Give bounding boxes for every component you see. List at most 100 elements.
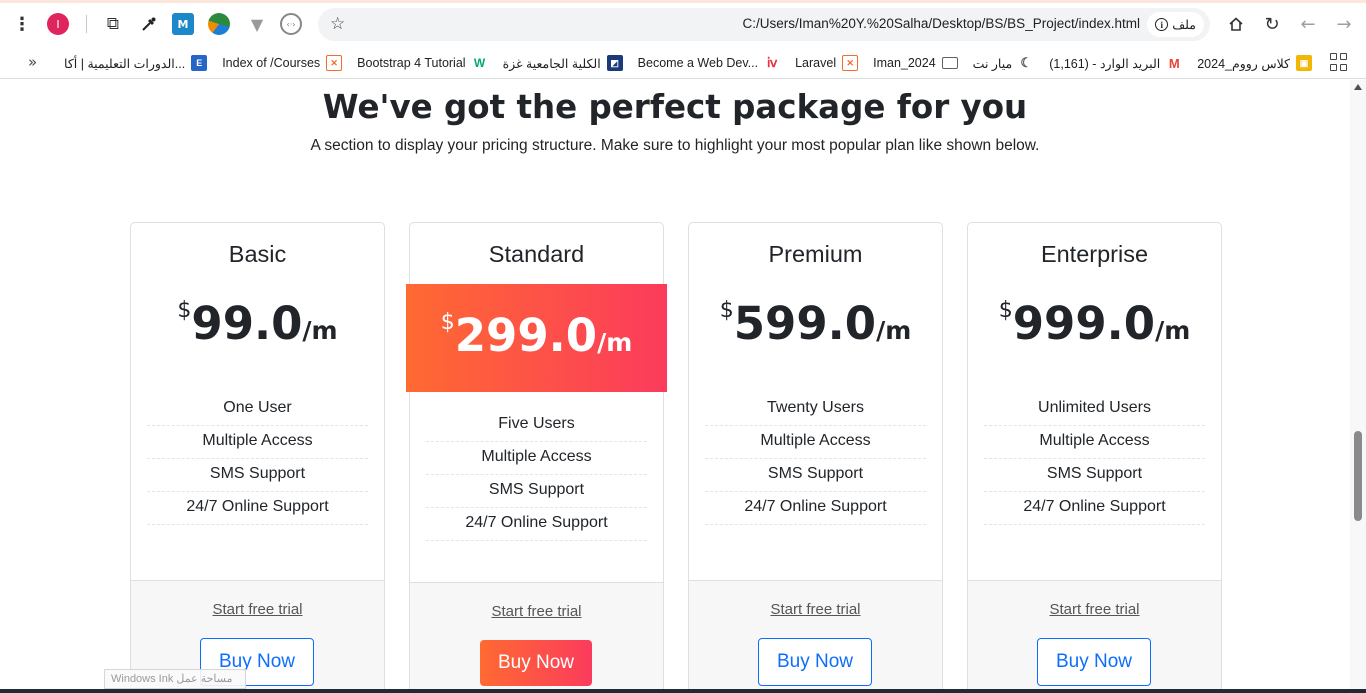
edraak-icon: E: [191, 55, 208, 71]
plan-price: $299.0/m: [406, 309, 667, 362]
bookmark-item[interactable]: ⅳ Become a Web Dev...: [638, 55, 781, 71]
feature-item: Multiple Access: [705, 426, 926, 459]
xampp-icon: ✕: [326, 55, 343, 71]
feature-item: SMS Support: [426, 475, 647, 508]
all-bookmarks-grid-icon[interactable]: [1330, 53, 1348, 71]
price-currency: $: [998, 298, 1013, 323]
bookmark-list: ▣ كلاس رووم_2024 M البريد الوارد - (1,161)…: [49, 48, 1312, 78]
bookmarks-bar: ▣ كلاس رووم_2024 M البريد الوارد - (1,161)…: [0, 48, 1366, 79]
url-text[interactable]: C:/Users/Iman%20Y.%20Salha/Desktop/BS/BS…: [743, 16, 1140, 31]
pricing-card-enterprise: Enterprise $999.0/m Unlimited Users Mult…: [967, 222, 1222, 693]
feature-list: One User Multiple Access SMS Support 24/…: [147, 393, 368, 525]
price-period: /m: [302, 316, 338, 345]
scroll-up-arrow-icon[interactable]: [1354, 84, 1362, 90]
price-currency: $: [440, 310, 455, 335]
price-amount: 299.0: [454, 309, 598, 362]
bookmark-label: Laravel: [795, 56, 837, 70]
gmail-icon: M: [1166, 55, 1183, 71]
feature-item: Multiple Access: [984, 426, 1205, 459]
extensions-puzzle-icon[interactable]: ⧉: [101, 12, 125, 36]
bookmark-item[interactable]: E الدورات التعليمية | أكا...: [64, 55, 208, 71]
forward-arrow-icon[interactable]: →: [1332, 12, 1356, 36]
w3schools-icon: W: [471, 55, 488, 71]
feature-list: Five Users Multiple Access SMS Support 2…: [426, 409, 647, 541]
folder-icon: [941, 57, 958, 69]
feature-item: Twenty Users: [705, 393, 926, 426]
plan-title: Standard: [488, 241, 585, 267]
price-amount: 599.0: [733, 297, 877, 350]
bookmark-item[interactable]: ▣ كلاس رووم_2024: [1197, 55, 1312, 71]
plan-price: $999.0/m: [968, 297, 1221, 350]
globe-extension-icon[interactable]: [208, 13, 230, 35]
code-extension-icon[interactable]: ‹·›: [280, 13, 302, 35]
address-bar[interactable]: ☆ C:/Users/Iman%20Y.%20Salha/Desktop/BS/…: [318, 8, 1210, 41]
feature-item: 24/7 Online Support: [984, 492, 1205, 525]
xampp-icon: ✕: [842, 55, 859, 71]
feature-item: SMS Support: [705, 459, 926, 492]
page-scrollbar[interactable]: [1350, 80, 1366, 693]
bookmark-star-icon[interactable]: ☆: [330, 14, 345, 34]
section-heading: We've got the perfect package for you: [322, 88, 1028, 126]
buy-now-button[interactable]: Buy Now: [1037, 638, 1151, 686]
vuejs-extension-icon[interactable]: ▼: [245, 12, 269, 36]
site-info-chip[interactable]: i ملف: [1147, 12, 1204, 37]
classroom-icon: ▣: [1296, 55, 1312, 71]
start-free-trial-link[interactable]: Start free trial: [410, 603, 663, 620]
feature-item: 24/7 Online Support: [426, 508, 647, 541]
start-free-trial-link[interactable]: Start free trial: [689, 601, 942, 618]
profile-avatar[interactable]: I: [47, 13, 69, 35]
feature-item: One User: [147, 393, 368, 426]
feature-item: Multiple Access: [426, 442, 647, 475]
price-period: /m: [597, 328, 633, 357]
bookmark-item[interactable]: W Bootstrap 4 Tutorial: [357, 55, 488, 71]
feature-item: SMS Support: [984, 459, 1205, 492]
toolbar-divider: [86, 15, 87, 33]
feature-item: Five Users: [426, 409, 647, 442]
start-free-trial-link[interactable]: Start free trial: [968, 601, 1221, 618]
m-extension-icon[interactable]: M: [172, 13, 194, 35]
back-arrow-icon[interactable]: ←: [1296, 12, 1320, 36]
bookmark-label: Index of /Courses: [222, 56, 321, 70]
plan-price: $599.0/m: [689, 297, 942, 350]
card-footer: Start free trial Buy Now: [689, 580, 942, 693]
bookmark-item[interactable]: ☾ ميار نت: [973, 55, 1035, 71]
bookmark-item[interactable]: ◩ الكلية الجامعية غزة: [503, 55, 623, 71]
bookmark-item[interactable]: ✕ Index of /Courses: [222, 55, 343, 71]
bookmark-label: الكلية الجامعية غزة: [502, 56, 601, 71]
feature-list: Twenty Users Multiple Access SMS Support…: [705, 393, 926, 525]
taskbar-edge: [0, 689, 1366, 693]
udemy-icon: ⅳ: [764, 55, 781, 71]
bookmark-label: البريد الوارد - (1,161): [1049, 56, 1161, 71]
home-icon[interactable]: [1224, 12, 1248, 36]
plan-title: Premium: [768, 241, 863, 267]
buy-now-button[interactable]: Buy Now: [758, 638, 872, 686]
feature-item: 24/7 Online Support: [705, 492, 926, 525]
feature-item: SMS Support: [147, 459, 368, 492]
browser-toolbar: ⋮ I ⧉ M ▼ ‹·› ☆ C:/Users/Iman%20Y.%20Sal…: [0, 0, 1366, 48]
menu-kebab-icon[interactable]: ⋮: [10, 12, 34, 36]
moon-icon: ☾: [1018, 55, 1035, 71]
buy-now-button[interactable]: Buy Now: [480, 640, 592, 686]
info-icon: i: [1155, 18, 1169, 31]
color-picker-icon[interactable]: [137, 12, 161, 36]
price-amount: 99.0: [191, 297, 303, 350]
card-footer: Start free trial Buy Now: [968, 580, 1221, 693]
bookmark-item[interactable]: ✕ Laravel: [795, 55, 859, 71]
plan-price: $99.0/m: [131, 297, 384, 350]
bookmark-label: كلاس رووم_2024: [1197, 56, 1290, 71]
price-period: /m: [876, 316, 912, 345]
window-top-strip: [0, 0, 1366, 3]
pricing-card-premium: Premium $599.0/m Twenty Users Multiple A…: [688, 222, 943, 693]
feature-item: Unlimited Users: [984, 393, 1205, 426]
price-amount: 999.0: [1012, 297, 1156, 350]
bookmark-item[interactable]: M البريد الوارد - (1,161): [1049, 55, 1183, 71]
reload-icon[interactable]: ↻: [1260, 12, 1284, 36]
bookmark-label: الدورات التعليمية | أكا...: [64, 56, 186, 71]
price-currency: $: [177, 298, 192, 323]
scrollbar-thumb[interactable]: [1354, 431, 1362, 521]
more-bookmarks-chevron-icon[interactable]: »: [28, 53, 37, 71]
start-free-trial-link[interactable]: Start free trial: [131, 601, 384, 618]
file-label: ملف: [1172, 18, 1196, 32]
bookmark-item[interactable]: Iman_2024: [873, 56, 958, 70]
price-period: /m: [1155, 316, 1191, 345]
